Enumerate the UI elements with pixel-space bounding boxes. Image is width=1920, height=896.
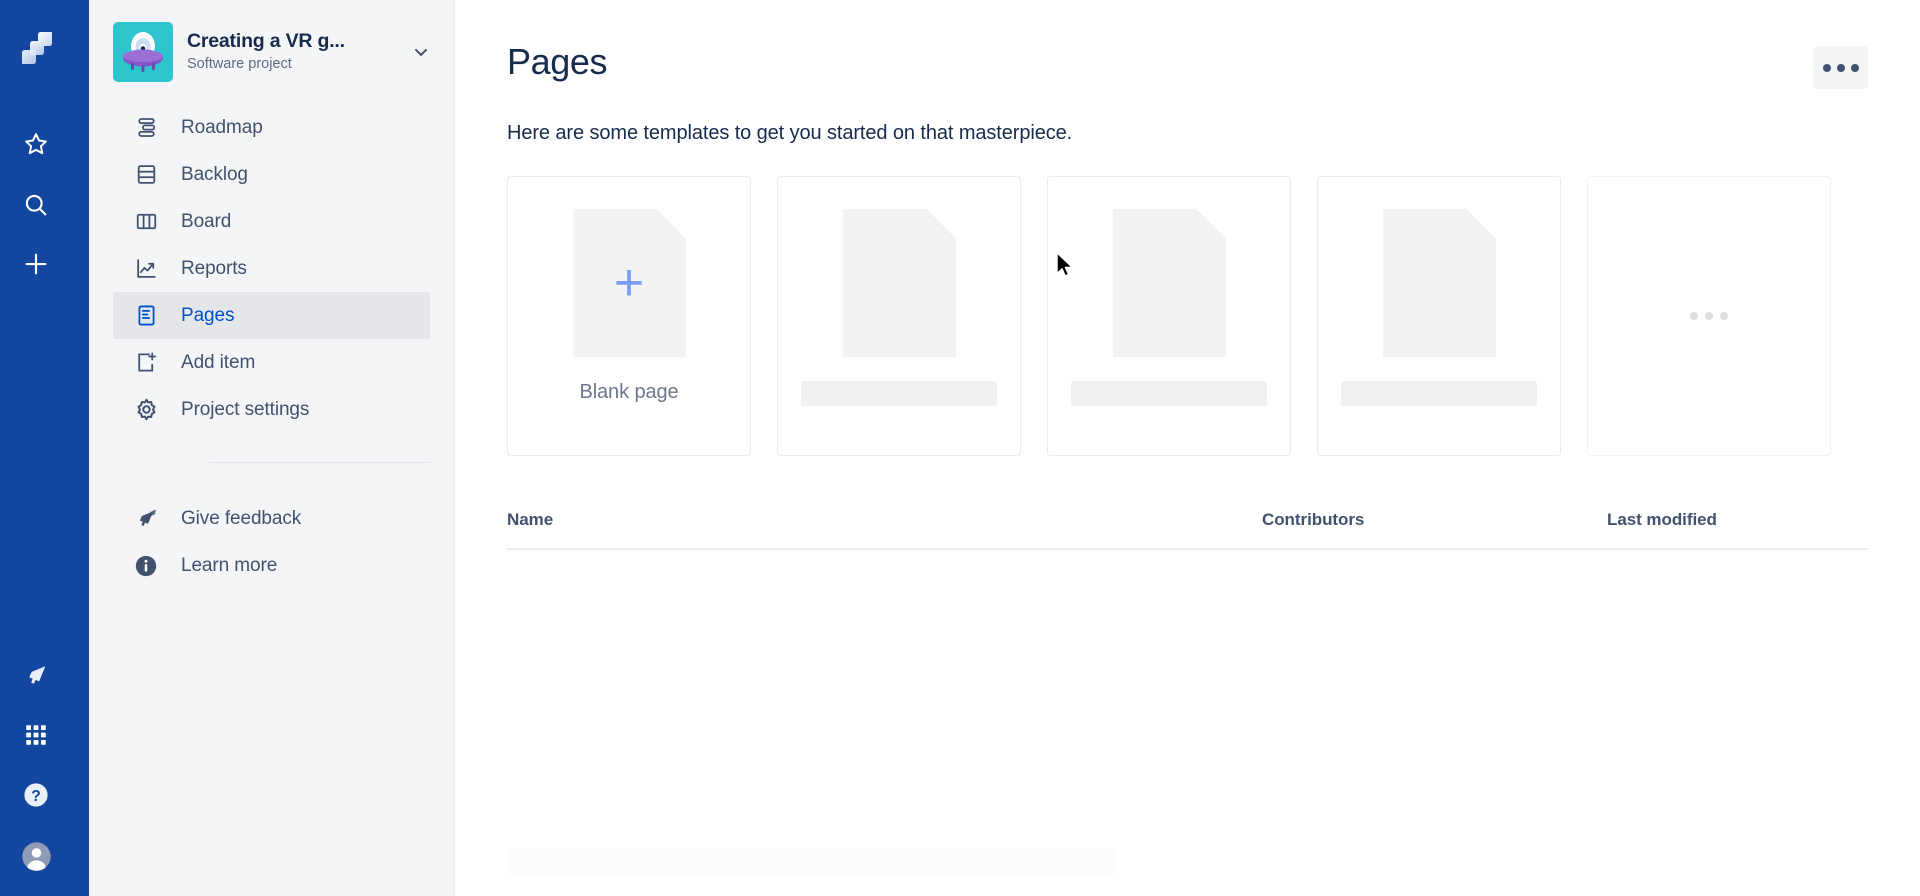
document-plus-icon: +: [572, 209, 686, 357]
pages-panel: Pages Here are some templates to get you…: [455, 0, 1920, 876]
sidebar-item-backlog[interactable]: Backlog: [113, 151, 430, 198]
backlog-icon: [133, 162, 159, 188]
jira-logo-icon: [22, 32, 52, 64]
document-icon: [1382, 209, 1496, 357]
reports-icon: [133, 256, 159, 282]
create-button[interactable]: [8, 236, 64, 292]
roadmap-icon: [133, 115, 159, 141]
template-card-placeholder[interactable]: [1047, 176, 1291, 456]
plus-icon: [25, 253, 47, 275]
column-header-contributors[interactable]: Contributors: [1262, 510, 1607, 530]
ufo-alien-icon: [113, 22, 173, 82]
project-nav: Roadmap Backlog Board Reports Pages Add …: [89, 104, 454, 433]
help-button[interactable]: ?: [8, 767, 64, 823]
project-avatar: [113, 22, 173, 82]
project-type: Software project: [187, 56, 292, 73]
project-sidebar: Creating a VR g... Software project Road…: [89, 0, 455, 896]
sidebar-item-reports[interactable]: Reports: [113, 245, 430, 292]
table-row-skeleton: [507, 848, 1117, 876]
project-switcher-chevron[interactable]: [408, 39, 434, 65]
plus-glyph: +: [613, 254, 645, 312]
jira-logo[interactable]: [14, 26, 58, 70]
page-subtitle: Here are some templates to get you start…: [507, 122, 1073, 144]
svg-text:?: ?: [31, 788, 41, 805]
template-label-skeleton: [801, 381, 997, 406]
page-title: Pages: [507, 41, 608, 82]
profile-button[interactable]: [8, 828, 64, 884]
page-header: Pages: [507, 40, 1868, 89]
template-card-placeholder[interactable]: [777, 176, 1021, 456]
sidebar-item-add-item[interactable]: Add item: [113, 339, 430, 386]
project-switcher[interactable]: Creating a VR g... Software project: [89, 0, 454, 82]
loading-dots-icon: [1690, 312, 1728, 320]
template-card-loading: [1587, 176, 1831, 456]
project-footer-nav: Give feedback Learn more: [89, 495, 454, 589]
sidebar-item-label: Give feedback: [181, 507, 302, 529]
avatar-icon: [21, 841, 51, 871]
template-card-blank-page[interactable]: + Blank page: [507, 176, 751, 456]
sidebar-item-label: Project settings: [181, 398, 310, 420]
template-label-skeleton: [1071, 381, 1267, 406]
project-name: Creating a VR g...: [187, 29, 345, 52]
board-icon: [133, 209, 159, 235]
global-nav-rail: ?: [0, 0, 89, 896]
star-icon: [25, 133, 47, 155]
starred-button[interactable]: [8, 116, 64, 172]
template-card-placeholder[interactable]: [1317, 176, 1561, 456]
app-root: ? Creating a VR g... Software project Ro…: [0, 0, 1920, 896]
app-switcher-button[interactable]: [8, 707, 64, 763]
question-circle-icon: ?: [24, 783, 48, 807]
megaphone-icon: [133, 506, 159, 532]
more-horizontal-icon: [1822, 63, 1859, 72]
sidebar-item-give-feedback[interactable]: Give feedback: [113, 495, 430, 542]
main-content: Pages Here are some templates to get you…: [455, 0, 1920, 896]
table-header-row: Name Contributors Last modified: [507, 510, 1868, 550]
sidebar-item-label: Add item: [181, 351, 256, 373]
sidebar-item-label: Learn more: [181, 554, 278, 576]
pages-table: Name Contributors Last modified: [507, 510, 1868, 550]
sidebar-item-label: Reports: [181, 257, 247, 279]
project-meta: Creating a VR g... Software project: [187, 29, 394, 75]
template-label-skeleton: [1341, 381, 1537, 406]
more-actions-button[interactable]: [1813, 46, 1868, 89]
sidebar-item-project-settings[interactable]: Project settings: [113, 386, 430, 433]
megaphone-icon: [29, 666, 46, 684]
sidebar-item-board[interactable]: Board: [113, 198, 430, 245]
pages-icon: [133, 303, 159, 329]
sidebar-item-roadmap[interactable]: Roadmap: [113, 104, 430, 151]
sidebar-item-label: Pages: [181, 304, 235, 326]
document-icon: [1112, 209, 1226, 357]
sidebar-divider: [209, 462, 430, 463]
chevron-down-icon: [415, 48, 427, 56]
document-icon: [842, 209, 956, 357]
template-card-label: Blank page: [579, 381, 679, 403]
app-switcher-icon: [26, 725, 46, 745]
search-button[interactable]: [8, 177, 64, 233]
column-header-last-modified[interactable]: Last modified: [1607, 510, 1868, 530]
gear-icon: [133, 397, 159, 423]
info-circle-icon: [133, 553, 159, 579]
notifications-button[interactable]: [8, 646, 64, 702]
sidebar-item-label: Roadmap: [181, 116, 263, 138]
sidebar-item-pages[interactable]: Pages: [113, 292, 430, 339]
search-icon: [25, 194, 47, 216]
sidebar-item-label: Backlog: [181, 163, 248, 185]
column-header-name[interactable]: Name: [507, 510, 1262, 530]
sidebar-item-learn-more[interactable]: Learn more: [113, 542, 430, 589]
sidebar-item-label: Board: [181, 210, 232, 232]
add-item-icon: [133, 350, 159, 376]
template-gallery: + Blank page: [507, 176, 1868, 456]
